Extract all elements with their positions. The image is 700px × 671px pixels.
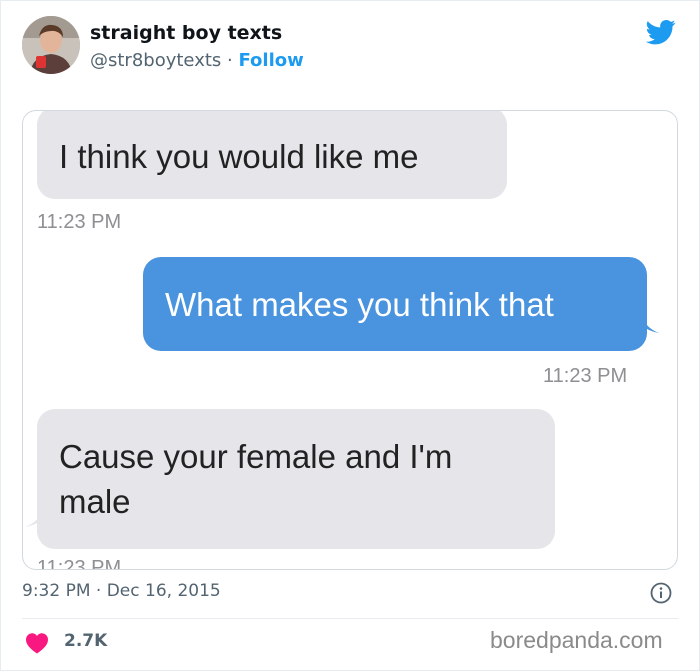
divider	[22, 618, 678, 619]
twitter-bird-icon[interactable]	[644, 17, 678, 47]
bubble-tail	[25, 505, 45, 527]
bubble-tail	[639, 309, 659, 333]
avatar[interactable]	[22, 16, 80, 74]
message-text: Cause your female and I'm male	[59, 438, 453, 520]
heart-icon[interactable]	[25, 632, 49, 654]
message-bubble-sent: What makes you think that	[143, 257, 647, 351]
handle-row: @str8boytexts · Follow	[90, 50, 304, 71]
like-count[interactable]: 2.7K	[64, 631, 107, 651]
display-name[interactable]: straight boy texts	[90, 22, 282, 44]
message-text: What makes you think that	[165, 286, 554, 323]
separator: ·	[221, 50, 239, 71]
message-bubble-received: I think you would like me	[37, 111, 507, 199]
message-text: I think you would like me	[59, 138, 419, 175]
watermark: boredpanda.com	[490, 627, 663, 653]
message-timestamp: 11:23 PM	[37, 557, 122, 570]
message-timestamp: 11:23 PM	[543, 365, 628, 387]
tweet-timestamp[interactable]: 9:32 PM · Dec 16, 2015	[22, 581, 221, 601]
message-timestamp: 11:23 PM	[37, 211, 122, 233]
handle[interactable]: @str8boytexts	[90, 50, 221, 71]
follow-button[interactable]: Follow	[238, 50, 303, 71]
info-icon[interactable]	[650, 582, 672, 604]
embedded-image[interactable]: I think you would like me 11:23 PM What …	[22, 110, 678, 570]
message-bubble-received: Cause your female and I'm male	[37, 409, 555, 549]
